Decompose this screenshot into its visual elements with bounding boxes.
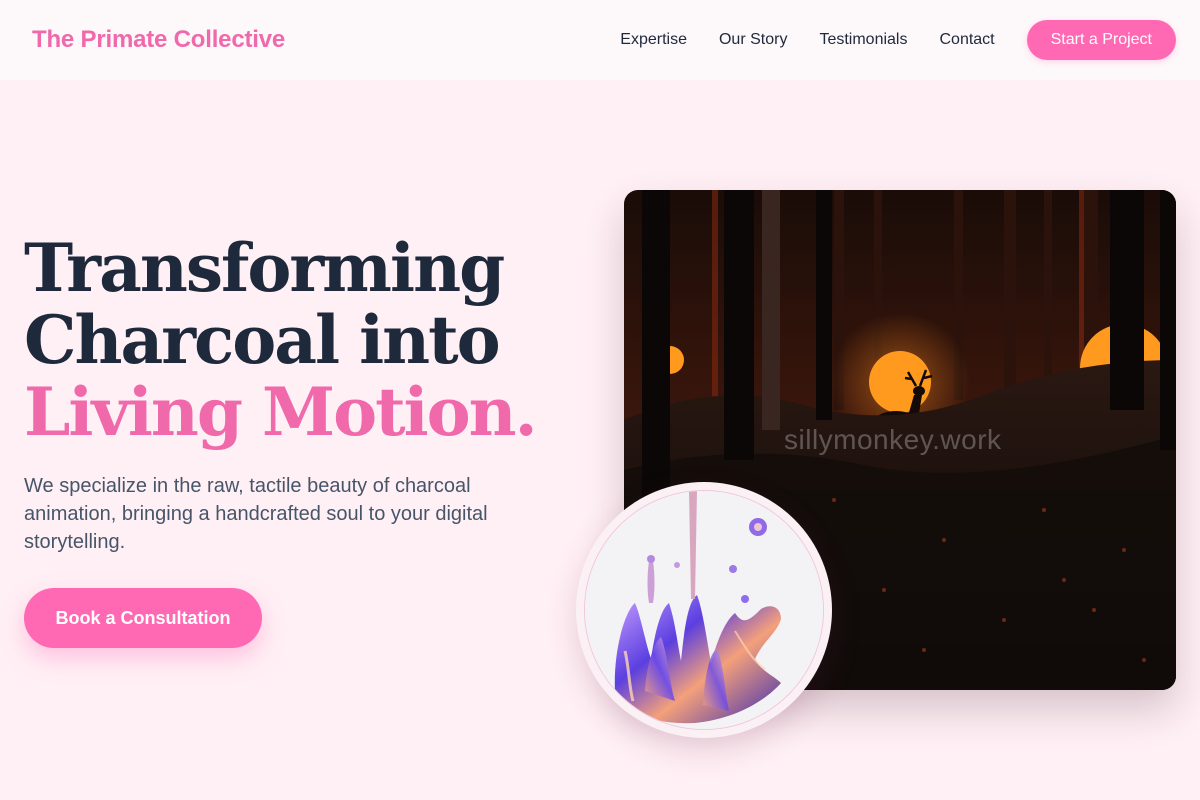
- hero-description: We specialize in the raw, tactile beauty…: [24, 475, 488, 553]
- site-header: The Primate Collective Expertise Our Sto…: [0, 0, 1200, 80]
- hero-title-line-2: Charcoal into: [24, 301, 501, 379]
- hero-title-line-1: Transforming: [24, 229, 505, 307]
- start-project-button[interactable]: Start a Project: [1026, 20, 1176, 60]
- hero-title: Transforming Charcoal into Living Motion…: [24, 232, 584, 448]
- nav-link-our-story[interactable]: Our Story: [719, 31, 787, 49]
- nav-link-testimonials[interactable]: Testimonials: [819, 31, 907, 49]
- book-consultation-button[interactable]: Book a Consultation: [24, 588, 262, 648]
- nav-link-contact[interactable]: Contact: [939, 31, 994, 49]
- scene-watermark: sillymonkey.work: [784, 424, 1002, 455]
- brand-logo[interactable]: The Primate Collective: [32, 26, 285, 54]
- liquid-sculpture-image: [584, 490, 824, 730]
- hero-title-accent: Living Motion.: [24, 373, 538, 451]
- nav-link-expertise[interactable]: Expertise: [620, 31, 687, 49]
- main-nav: Expertise Our Story Testimonials Contact…: [620, 20, 1176, 60]
- liquid-sculpture-orb: [576, 482, 832, 738]
